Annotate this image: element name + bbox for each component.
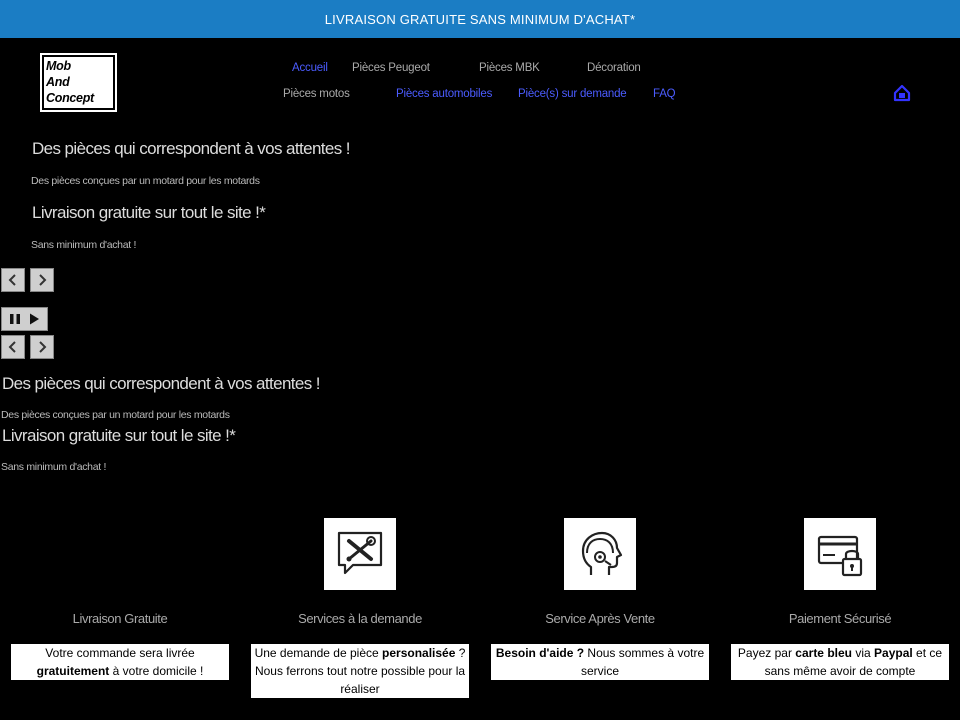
slider-next-button[interactable]: [30, 268, 54, 292]
tools-chat-icon: [324, 518, 396, 590]
promo-text: LIVRAISON GRATUITE SANS MINIMUM D'ACHAT*: [324, 11, 636, 27]
chevron-left-icon: [8, 274, 16, 286]
description-text: via: [852, 646, 875, 660]
emphasis-text: personalisée: [382, 646, 456, 660]
card-lock-icon: [804, 518, 876, 590]
slider-next-button[interactable]: [30, 335, 54, 359]
logo-line: Concept: [46, 91, 94, 105]
site-logo[interactable]: Mob And Concept: [40, 53, 117, 112]
slide-subtitle: Des pièces conçues par un motard pour le…: [31, 175, 260, 187]
slider-prev-button[interactable]: [1, 268, 25, 292]
feature-description-sav: Besoin d'aide ? Nous sommes à votre serv…: [491, 644, 709, 680]
description-text: à votre domicile !: [109, 664, 204, 678]
promo-banner: LIVRAISON GRATUITE SANS MINIMUM D'ACHAT*: [0, 0, 960, 38]
slide-title: Livraison gratuite sur tout le site !*: [32, 203, 266, 222]
slider-prev-button[interactable]: [1, 335, 25, 359]
chevron-left-icon: [8, 341, 16, 353]
nav-decoration[interactable]: Décoration: [587, 62, 641, 74]
slide-subtitle: Des pièces conçues par un motard pour le…: [1, 409, 230, 421]
description-text: Payez par: [737, 646, 796, 660]
slider-pause-play-button[interactable]: [1, 307, 48, 331]
pause-icon: [9, 314, 20, 324]
logo-line: Mob: [46, 59, 71, 73]
chevron-right-icon: [39, 341, 47, 353]
play-icon: [30, 313, 40, 325]
nav-pieces-mbk[interactable]: Pièces MBK: [479, 62, 540, 74]
feature-title: Service Après Vente: [545, 611, 655, 626]
emphasis-text: carte bleu: [795, 646, 852, 660]
slide-title: Des pièces qui correspondent à vos atten…: [2, 374, 321, 393]
slide-subtitle: Sans minimum d'achat !: [1, 461, 107, 473]
slide-subtitle: Sans minimum d'achat !: [31, 239, 137, 251]
description-text: Une demande de pièce: [254, 646, 383, 660]
nav-faq[interactable]: FAQ: [653, 88, 676, 100]
chevron-right-icon: [39, 274, 47, 286]
emphasis-text: gratuitement: [36, 664, 110, 678]
feature-description-livraison: Votre commande sera livrée gratuitement …: [11, 644, 229, 680]
headset-support-icon: [564, 518, 636, 590]
emphasis-text: Besoin d'aide ?: [495, 646, 585, 660]
emphasis-text: Paypal: [874, 646, 913, 660]
slide-title: Livraison gratuite sur tout le site !*: [2, 426, 236, 445]
description-text: Votre commande sera livrée: [45, 646, 195, 660]
nav-pieces-motos[interactable]: Pièces motos: [283, 88, 350, 100]
nav-pieces-peugeot[interactable]: Pièces Peugeot: [352, 62, 430, 74]
feature-title: Paiement Sécurisé: [788, 611, 892, 626]
feature-description-services: Une demande de pièce personalisée ? Nous…: [251, 644, 469, 698]
feature-title: Services à la demande: [298, 611, 422, 626]
nav-pieces-automobiles[interactable]: Pièces automobiles: [396, 88, 492, 100]
house-cart-icon[interactable]: [893, 84, 911, 102]
feature-title: Livraison Gratuite: [72, 611, 168, 626]
logo-line: And: [46, 75, 70, 89]
nav-pieces-sur-demande[interactable]: Pièce(s) sur demande: [518, 88, 627, 100]
description-text: Nous sommes à votre service: [580, 646, 705, 678]
slide-title: Des pièces qui correspondent à vos atten…: [32, 139, 351, 158]
nav-accueil[interactable]: Accueil: [292, 62, 328, 74]
feature-description-paiement: Payez par carte bleu via Paypal et ce sa…: [731, 644, 949, 680]
